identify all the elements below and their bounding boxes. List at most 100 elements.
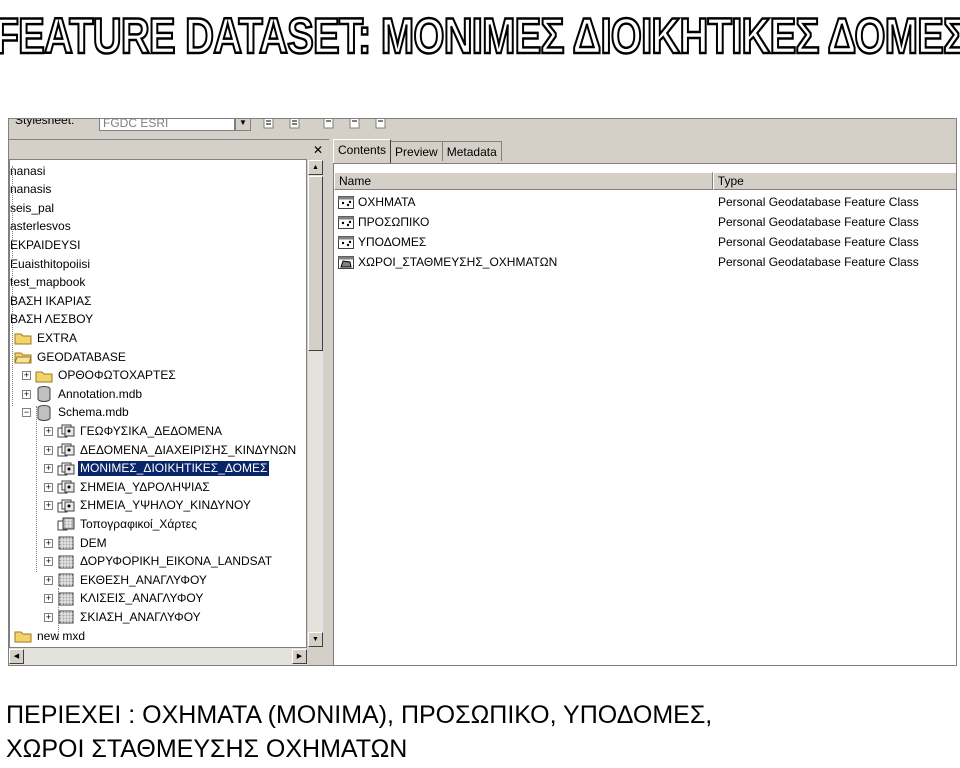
scroll-down-icon[interactable]: ▼ bbox=[308, 632, 323, 647]
list-item-name: ΧΩΡΟΙ_ΣΤΑΘΜΕΥΣΗΣ_ΟΧΗΜΑΤΩΝ bbox=[358, 255, 558, 269]
tree-item-label: ΔΕΔΟΜΕΝΑ_ΔΙΑΧΕΙΡΙΣΗΣ_ΚΙΝΔΥΝΩΝ bbox=[80, 442, 297, 457]
tree-item[interactable]: + ΣΗΜΕΙΑ_ΥΨΗΛΟΥ_ΚΙΝΔΥΝΟΥ bbox=[44, 497, 253, 515]
tree-item-label: nanasis bbox=[10, 182, 52, 197]
expand-icon[interactable]: + bbox=[44, 557, 53, 567]
tab-preview[interactable]: Preview bbox=[390, 141, 443, 161]
scroll-up-icon[interactable]: ▲ bbox=[308, 160, 323, 175]
tree-item[interactable]: + ΔΟΡΥΦΟΡΙΚΗ_ΕΙΚΟΝΑ_LANDSAT bbox=[44, 553, 274, 571]
contents-list: Name Type ΟΧΗΜΑΤΑ Personal Geodatabase Fe… bbox=[333, 163, 956, 665]
tree-item[interactable]: + ΕΚΘΕΣΗ_ΑΝΑΓΛΥΦΟΥ bbox=[44, 571, 209, 589]
tree-item[interactable]: GEODATABASE bbox=[14, 348, 128, 366]
properties-icon[interactable] bbox=[287, 119, 303, 130]
tree-item[interactable]: + DEM bbox=[44, 534, 109, 552]
tree-item[interactable]: EXTRA bbox=[14, 329, 79, 347]
tree-item-label: seis_pal bbox=[10, 200, 55, 215]
tree-item-label: ΣΗΜΕΙΑ_ΥΨΗΛΟΥ_ΚΙΝΔΥΝΟΥ bbox=[80, 498, 251, 513]
chevron-down-icon[interactable]: ▼ bbox=[235, 119, 251, 131]
tree-item-label: new mxd bbox=[37, 628, 86, 643]
tree-item[interactable]: + ΚΛΙΣΕΙΣ_ΑΝΑΓΛΥΦΟΥ bbox=[44, 590, 205, 608]
contents-panel: Contents Preview Metadata Name Type ΟΧΗΜΑΤ… bbox=[329, 139, 956, 665]
expand-icon[interactable]: + bbox=[44, 612, 53, 622]
tree-item[interactable]: seis_pal bbox=[10, 199, 56, 217]
tree-item-label: ΒΑΣΗ ΛΕΣΒΟΥ bbox=[10, 312, 94, 327]
list-item-name-cell: ΟΧΗΜΑΤΑ bbox=[334, 195, 714, 209]
tree-item[interactable]: Τοπογραφικοί_Χάρτες bbox=[44, 515, 199, 533]
folder-icon bbox=[35, 368, 53, 384]
folder-icon bbox=[14, 330, 32, 346]
expand-icon[interactable]: + bbox=[22, 389, 31, 399]
tree-item-label: nanasi bbox=[10, 163, 46, 178]
edit-metadata-icon[interactable] bbox=[261, 119, 277, 130]
tree-item-label: Schema.mdb bbox=[58, 405, 129, 420]
database-icon bbox=[35, 404, 53, 421]
list-item-name: ΟΧΗΜΑΤΑ bbox=[358, 195, 416, 209]
column-type-header[interactable]: Type bbox=[712, 172, 956, 190]
expand-icon[interactable]: + bbox=[44, 501, 53, 511]
tree-item[interactable]: + ΔΕΔΟΜΕΝΑ_ΔΙΑΧΕΙΡΙΣΗΣ_ΚΙΝΔΥΝΩΝ bbox=[44, 441, 298, 459]
raster-icon bbox=[57, 572, 75, 588]
expand-icon[interactable]: + bbox=[44, 426, 53, 436]
tree-item[interactable]: ΒΑΣΗ ΛΕΣΒΟΥ bbox=[10, 311, 95, 329]
tree-item[interactable]: nanasi bbox=[10, 162, 47, 180]
close-icon[interactable]: ✕ bbox=[311, 143, 325, 157]
list-item-name-cell: ΠΡΟΣΩΠΙΚΟ bbox=[334, 215, 714, 229]
scroll-thumb[interactable] bbox=[308, 176, 323, 351]
tree-item[interactable]: + ΟΡΘΟΦΩΤΟΧΑΡΤΕΣ bbox=[22, 367, 178, 385]
list-item[interactable]: ΟΧΗΜΑΤΑ Personal Geodatabase Feature Clas… bbox=[334, 192, 956, 212]
expand-icon[interactable]: + bbox=[22, 371, 31, 381]
tree-item[interactable]: + ΓΕΩΦΥΣΙΚΑ_ΔΕΔΟΜΕΝΑ bbox=[44, 422, 224, 440]
export-metadata-icon[interactable] bbox=[373, 119, 389, 130]
expand-icon[interactable]: + bbox=[44, 575, 53, 585]
tree-item[interactable]: − Schema.mdb bbox=[22, 404, 131, 422]
tree-item[interactable]: asterlesvos bbox=[10, 218, 73, 236]
list-item[interactable]: ΠΡΟΣΩΠΙΚΟ Personal Geodatabase Feature Cl… bbox=[334, 212, 956, 232]
metadata-toolbar: Stylesheet: FGDC ESRI ▼ bbox=[9, 119, 956, 140]
tree-item[interactable]: + ΣΗΜΕΙΑ_ΥΔΡΟΛΗΨΙΑΣ bbox=[44, 478, 212, 496]
tree-guide-line bbox=[12, 166, 13, 406]
caption-line-1: ΠΕΡΙΕΧΕΙ : ΟΧΗΜΑΤΑ (ΜΟΝΙΜΑ), ΠΡΟΣΩΠΙΚΟ, … bbox=[6, 701, 713, 729]
point-feature-class-icon bbox=[338, 215, 354, 229]
tree-item[interactable]: ΒΑΣΗ ΙΚΑΡΙΑΣ bbox=[10, 292, 94, 310]
tree-item[interactable]: nanasis bbox=[10, 181, 53, 199]
tree-item[interactable]: test_mapbook bbox=[10, 274, 87, 292]
import-metadata-icon[interactable] bbox=[347, 119, 363, 130]
expand-icon[interactable]: + bbox=[44, 538, 53, 548]
tree-horizontal-scrollbar[interactable]: ◀ ▶ bbox=[9, 648, 307, 665]
list-item[interactable]: ΧΩΡΟΙ_ΣΤΑΘΜΕΥΣΗΣ_ΟΧΗΜΑΤΩΝ Personal Geodat… bbox=[334, 252, 956, 272]
tree-item[interactable]: + ΜΟΝΙΜΕΣ_ΔΙΟΙΚΗΤΙΚΕΣ_ΔΟΜΕΣ bbox=[44, 460, 270, 478]
tree-item-label: test_mapbook bbox=[10, 275, 86, 290]
tab-metadata[interactable]: Metadata bbox=[441, 141, 502, 161]
raster-icon bbox=[57, 554, 75, 570]
tree-item-label: ΓΕΩΦΥΣΙΚΑ_ΔΕΔΟΜΕΝΑ bbox=[80, 423, 222, 438]
expand-icon[interactable]: + bbox=[44, 445, 53, 455]
tree-item[interactable]: Euaisthitopoiisi bbox=[10, 255, 92, 273]
expand-icon[interactable]: + bbox=[44, 482, 53, 492]
list-item-name-cell: ΥΠΟΔΟΜΕΣ bbox=[334, 235, 714, 249]
list-item[interactable]: ΥΠΟΔΟΜΕΣ Personal Geodatabase Feature Cla… bbox=[334, 232, 956, 252]
create-update-metadata-icon[interactable] bbox=[321, 119, 337, 130]
raster-icon bbox=[57, 535, 75, 551]
arccatalog-window: Stylesheet: FGDC ESRI ▼ ✕ nanasi nanasis s… bbox=[8, 118, 957, 666]
list-header: Name Type bbox=[334, 172, 956, 190]
column-name-header[interactable]: Name bbox=[334, 172, 713, 190]
list-item-type: Personal Geodatabase Feature Class bbox=[718, 235, 919, 249]
tree-item[interactable]: + Annotation.mdb bbox=[22, 385, 144, 403]
list-item-type: Personal Geodatabase Feature Class bbox=[718, 215, 919, 229]
tree-vertical-scrollbar[interactable]: ▲ ▼ bbox=[307, 159, 324, 648]
tree-item-label: asterlesvos bbox=[10, 219, 71, 234]
list-item-type: Personal Geodatabase Feature Class bbox=[718, 255, 919, 269]
expand-icon[interactable]: + bbox=[44, 464, 53, 474]
expand-icon[interactable]: + bbox=[44, 594, 53, 604]
stylesheet-select[interactable]: FGDC ESRI bbox=[99, 119, 235, 131]
tree-item-label: ΕΚΘΕΣΗ_ΑΝΑΓΛΥΦΟΥ bbox=[80, 572, 207, 587]
tab-contents[interactable]: Contents bbox=[333, 139, 392, 163]
tree-item[interactable]: + ΣΚΙΑΣΗ_ΑΝΑΓΛΥΦΟΥ bbox=[44, 608, 203, 626]
tree-item[interactable]: EKPAIDEYSI bbox=[10, 236, 82, 254]
scroll-left-icon[interactable]: ◀ bbox=[9, 649, 24, 664]
collapse-icon[interactable]: − bbox=[22, 408, 31, 418]
tree-item-label: GEODATABASE bbox=[37, 349, 126, 364]
folder-icon bbox=[14, 628, 32, 644]
feature-dataset-icon bbox=[57, 423, 75, 439]
scroll-right-icon[interactable]: ▶ bbox=[292, 649, 307, 664]
tree-item[interactable]: new mxd bbox=[14, 627, 87, 645]
